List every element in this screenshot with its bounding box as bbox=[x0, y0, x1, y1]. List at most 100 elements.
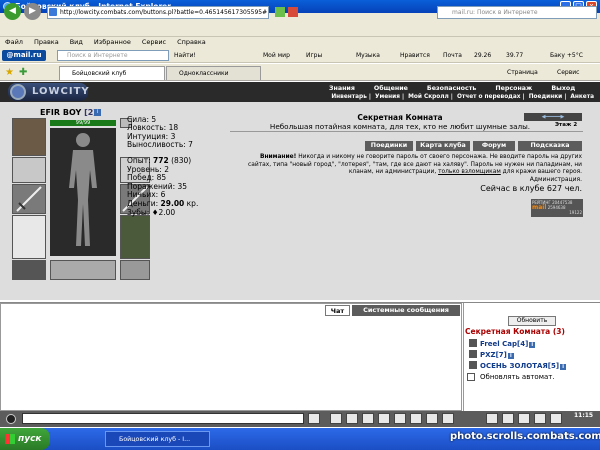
find-button[interactable]: Найти! bbox=[174, 48, 196, 63]
floor-arrow-icon[interactable]: ◀━━━━━▶ bbox=[524, 113, 582, 121]
user-icon bbox=[469, 361, 477, 369]
online-count: Сейчас в клубе 627 чел. bbox=[480, 184, 582, 193]
sword-icon bbox=[16, 186, 42, 212]
forum-button[interactable]: Форум bbox=[473, 141, 515, 151]
tab-odnoklassniki[interactable]: Одноклассники bbox=[166, 66, 261, 80]
bracers-slot[interactable] bbox=[12, 157, 46, 183]
room-description: Небольшая потайная комната, для тех, кто… bbox=[269, 122, 531, 131]
favorites-star-icon[interactable]: ★ bbox=[5, 68, 15, 78]
boots-slot[interactable] bbox=[120, 260, 150, 280]
nav-profile[interactable]: Анкета bbox=[570, 94, 594, 100]
info-icon[interactable]: i bbox=[529, 342, 536, 348]
nav-my-scroll[interactable]: Мой Скролл bbox=[408, 94, 449, 100]
mailru-counter[interactable]: РЕЙТИНГ 20447538 mail 2594638 19122 bbox=[531, 199, 583, 217]
stop-icon[interactable] bbox=[288, 7, 298, 17]
mail-icon[interactable] bbox=[534, 413, 546, 424]
user-row[interactable]: ОСЕНЬ ЗОЛОТАЯ[5] i bbox=[469, 361, 567, 370]
chat-log[interactable] bbox=[0, 303, 462, 411]
menu-help[interactable]: Справка bbox=[177, 38, 206, 46]
hp-bar: 99/99 bbox=[50, 120, 116, 126]
menu-view[interactable]: Вид bbox=[70, 38, 83, 46]
nav-knowledge[interactable]: Знания bbox=[329, 85, 355, 92]
nav-fights[interactable]: Поединки bbox=[529, 94, 563, 100]
users-icon[interactable] bbox=[410, 413, 422, 424]
room-title: Секретная Комната bbox=[357, 113, 443, 122]
my-world-link[interactable]: Мой мир bbox=[263, 48, 290, 63]
club-map-button[interactable]: Карта клуба bbox=[416, 141, 470, 151]
weapon-slot[interactable] bbox=[12, 184, 46, 214]
mail-link[interactable]: Почта bbox=[443, 48, 462, 63]
nav-exit[interactable]: Выход bbox=[551, 85, 575, 92]
filter-icon[interactable] bbox=[362, 413, 374, 424]
room-users-title: Секретная Комната (3) bbox=[465, 327, 565, 336]
nav-communication[interactable]: Общение bbox=[374, 85, 408, 92]
menu-favorites[interactable]: Избранное bbox=[94, 38, 131, 46]
menu-tools[interactable]: Сервис bbox=[142, 38, 166, 46]
tab-chat[interactable]: Чат bbox=[325, 305, 350, 316]
armor-slot[interactable] bbox=[12, 215, 46, 259]
web-search-input[interactable]: mail.ru: Поиск в Интернете bbox=[437, 6, 597, 19]
hint-button[interactable]: Подсказка bbox=[518, 141, 582, 151]
floor-label: Этаж 2 bbox=[555, 122, 578, 128]
menu-edit[interactable]: Правка bbox=[34, 38, 59, 46]
nav-skills[interactable]: Умения bbox=[375, 94, 400, 100]
url-input[interactable]: http://lowcity.combats.com/buttons.pl?ba… bbox=[47, 6, 269, 19]
forward-button[interactable]: ▶ bbox=[24, 3, 41, 20]
tools-menu[interactable]: Сервис bbox=[557, 64, 579, 81]
music-link[interactable]: Музыка bbox=[356, 48, 380, 63]
send-icon[interactable] bbox=[308, 413, 320, 424]
scroll-icon[interactable] bbox=[442, 413, 454, 424]
user-row[interactable]: PXZ[7] i bbox=[469, 350, 514, 359]
nav-character[interactable]: Персонаж bbox=[495, 85, 532, 92]
page-icon bbox=[49, 8, 57, 16]
tab-fight-club[interactable]: Бойцовский клуб bbox=[59, 66, 165, 80]
hackers-link[interactable]: только взломщикам bbox=[438, 169, 501, 175]
mailru-logo[interactable]: @mail.ru bbox=[2, 50, 46, 61]
settings-icon[interactable] bbox=[378, 413, 390, 424]
security-warning: Внимание! Никогда и никому не говорите п… bbox=[248, 154, 582, 175]
add-favorite-icon[interactable]: ✚ bbox=[19, 68, 29, 78]
pants-slot[interactable] bbox=[120, 215, 150, 259]
translit-icon[interactable] bbox=[394, 413, 406, 424]
info-icon[interactable]: i bbox=[560, 364, 567, 370]
user-row[interactable]: Freel Cap[4] i bbox=[469, 339, 536, 348]
games-link[interactable]: Игры bbox=[306, 48, 322, 63]
nav-security[interactable]: Безопасность bbox=[427, 85, 476, 92]
likes-link[interactable]: Нравится bbox=[400, 48, 430, 63]
ignore-icon[interactable] bbox=[426, 413, 438, 424]
chat-input[interactable] bbox=[22, 413, 304, 424]
effects-icon[interactable] bbox=[486, 413, 498, 424]
fights-button[interactable]: Поединки bbox=[365, 141, 413, 151]
mailru-search-input[interactable]: Поиск в Интернете bbox=[57, 50, 169, 61]
back-button[interactable]: ◀ bbox=[4, 3, 21, 20]
character-info-icon[interactable]: i bbox=[94, 109, 101, 116]
auto-update-label: Обновлять автомат. bbox=[480, 373, 555, 381]
belt-slot[interactable] bbox=[12, 260, 46, 280]
taskbar-window-item[interactable]: Бойцовский клуб - I... bbox=[105, 431, 210, 447]
info-icon[interactable]: i bbox=[507, 353, 514, 359]
page-menu[interactable]: Страница bbox=[507, 64, 538, 81]
base-stats: Сила: 5 Ловкость: 18 Интуиция: 3 Выносли… bbox=[127, 115, 193, 149]
menu-file[interactable]: Файл bbox=[5, 38, 23, 46]
game-nav-top: Знания Общение Безопасность Персонаж Выход bbox=[325, 84, 600, 93]
smiles-icon[interactable] bbox=[346, 413, 358, 424]
belt-pockets-slot[interactable] bbox=[50, 260, 116, 280]
refresh-button[interactable]: Обновить bbox=[508, 316, 556, 326]
clear-icon[interactable] bbox=[330, 413, 342, 424]
tab-system-messages[interactable]: Системные сообщения bbox=[352, 305, 460, 316]
progress-stats: Опыт: 772 (830) Уровень: 2 Побед: 85 Пор… bbox=[127, 156, 198, 217]
logo-emblem-icon bbox=[10, 84, 26, 100]
divider bbox=[230, 131, 583, 132]
trade-icon[interactable] bbox=[550, 413, 562, 424]
eur-rate: 39.77 bbox=[506, 52, 524, 59]
helmet-slot[interactable] bbox=[12, 118, 46, 156]
usd-rate: 29.26 bbox=[474, 52, 492, 59]
battle-icon[interactable] bbox=[518, 413, 530, 424]
nav-inventory[interactable]: Инвентарь bbox=[331, 94, 367, 100]
weather: Баку +5°C bbox=[550, 52, 583, 59]
chat-mode-icon[interactable] bbox=[6, 414, 16, 424]
quest-icon[interactable] bbox=[502, 413, 514, 424]
auto-update-checkbox[interactable] bbox=[467, 373, 475, 381]
go-icon[interactable] bbox=[275, 7, 285, 17]
nav-transfer-report[interactable]: Отчет о переводах bbox=[457, 94, 521, 100]
